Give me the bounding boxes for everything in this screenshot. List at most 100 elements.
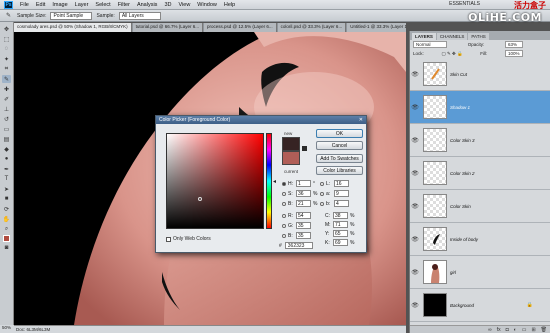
input-y[interactable]: 65 [333,230,348,237]
foreground-color-swatch[interactable] [3,235,10,242]
close-icon[interactable]: ✕ [359,117,363,123]
visibility-eye-icon[interactable]: 👁 [410,269,420,276]
menu-help[interactable]: Help [224,2,235,8]
hue-slider[interactable] [266,133,272,229]
menu-file[interactable]: File [20,2,29,8]
radio-lab-b[interactable] [320,201,324,206]
lock-icons[interactable]: ▢ ✎ ✥ 🔒 [441,51,462,57]
input-m[interactable]: 71 [333,221,348,228]
input-s[interactable]: 36 [296,190,311,197]
input-c[interactable]: 38 [333,212,348,219]
tab-paths[interactable]: PATHS [468,33,489,40]
sample-select[interactable]: All Layers [118,11,161,20]
menu-3d[interactable]: 3D [164,2,171,8]
magic-wand-icon[interactable]: ✦ [2,55,11,63]
quick-mask-icon[interactable]: ◙ [2,244,11,252]
layer-row[interactable]: 👁 Color Skin 2 [410,157,550,190]
web-safe-cube-icon[interactable] [302,146,307,151]
layer-row[interactable]: 👁 Inside of body [410,223,550,256]
new-group-icon[interactable]: ▭ [522,327,527,333]
radio-brightness[interactable] [282,201,286,206]
adjustment-layer-icon[interactable]: ◐ [514,327,517,333]
fill-input[interactable]: 100% [504,50,523,57]
tab-cosmolady[interactable]: cosmolady ares.psd @ 50% (Shadow 1, RGB/… [14,23,132,32]
delete-layer-icon[interactable]: 🗑 [541,327,547,333]
input-a[interactable]: 9 [334,190,349,197]
layer-row[interactable]: 👁 Skin Cut [410,58,550,91]
tab-untitled[interactable]: Untitled-1 @ 33.3% (Layer 1... [347,23,406,32]
blur-tool-icon[interactable]: ◆ [2,145,11,153]
visibility-eye-icon[interactable]: 👁 [410,137,420,144]
radio-h[interactable] [282,181,286,186]
zoom-tool-icon[interactable]: ⌕ [2,225,11,233]
radio-a[interactable] [320,191,324,196]
layer-style-icon[interactable]: fx [497,327,501,333]
workspace-switcher[interactable]: ESSENTIALS [449,1,480,7]
radio-s[interactable] [282,191,286,196]
layer-row[interactable]: 👁 Background 🔒 [410,289,550,322]
menu-select[interactable]: Select [95,2,110,8]
3d-rotate-icon[interactable]: ⟳ [2,205,11,213]
menu-analysis[interactable]: Analysis [137,2,157,8]
color-field[interactable] [166,133,264,229]
tab-layers[interactable]: LAYERS [412,33,436,40]
brush-tool-icon[interactable]: ✐ [2,95,11,103]
menu-image[interactable]: Image [52,2,67,8]
color-field-marker[interactable] [198,197,202,201]
radio-l[interactable] [320,181,324,186]
radio-g[interactable] [282,223,286,228]
dodge-tool-icon[interactable]: ● [2,155,11,163]
sample-size-select[interactable]: Point Sample [50,11,93,20]
history-brush-icon[interactable]: ↺ [2,115,11,123]
pen-tool-icon[interactable]: ✒ [2,165,11,173]
input-h[interactable]: 1 [296,180,311,187]
visibility-eye-icon[interactable]: 👁 [410,71,420,78]
tab-tutorial[interactable]: tutorial.psd @ 66.7% (Layer 6... [132,23,203,32]
input-l[interactable]: 16 [334,180,349,187]
layer-row-selected[interactable]: 👁 Shadow 1 [410,91,550,124]
visibility-eye-icon[interactable]: 👁 [410,236,420,243]
cancel-button[interactable]: Cancel [316,141,363,150]
lasso-tool-icon[interactable]: ◌ [2,45,11,53]
visibility-eye-icon[interactable]: 👁 [410,302,420,309]
input-r[interactable]: 54 [296,212,311,219]
eyedropper-tool-icon[interactable]: ✎ [2,75,11,83]
visibility-eye-icon[interactable]: 👁 [410,104,420,111]
type-tool-icon[interactable]: T [2,175,11,183]
ok-button[interactable]: OK [316,129,363,138]
only-web-colors[interactable]: Only Web Colors [166,236,211,242]
menu-layer[interactable]: Layer [75,2,89,8]
tab-process[interactable]: process.psd @ 12.5% (Layer 6... [203,23,277,32]
only-web-colors-checkbox[interactable] [166,236,171,242]
tab-coloril[interactable]: coloril.psd @ 33.3% (Layer 6... [277,23,347,32]
opacity-input[interactable]: 63% [504,41,523,48]
layer-row[interactable]: 👁 girl [410,256,550,289]
tab-channels[interactable]: CHANNELS [436,33,468,40]
current-color-preview[interactable] [282,151,300,165]
hue-slider-arrow-icon[interactable]: ◂ [273,178,276,185]
move-tool-icon[interactable]: ✥ [2,25,11,33]
path-selection-icon[interactable]: ➤ [2,185,11,193]
new-layer-icon[interactable]: ⊞ [531,327,535,333]
menu-filter[interactable]: Filter [118,2,130,8]
add-mask-icon[interactable]: ◘ [506,327,509,333]
shape-tool-icon[interactable]: ■ [2,195,11,203]
radio-blue[interactable] [282,233,286,238]
zoom-level[interactable]: 50% [0,325,14,333]
menu-view[interactable]: View [178,2,190,8]
eyedropper-icon[interactable]: ✎ [4,12,13,20]
hand-tool-icon[interactable]: ✋ [2,215,11,223]
menu-window[interactable]: Window [197,2,217,8]
layer-row[interactable]: 👁 Color Skin 3 [410,124,550,157]
hex-input[interactable]: 362323 [284,242,313,249]
healing-brush-icon[interactable]: ✚ [2,85,11,93]
radio-r[interactable] [282,213,286,218]
visibility-eye-icon[interactable]: 👁 [410,203,420,210]
blend-mode-select[interactable]: Normal [413,41,447,48]
color-libraries-button[interactable]: Color Libraries [316,166,363,175]
clone-stamp-icon[interactable]: ⊥ [2,105,11,113]
gradient-tool-icon[interactable]: ▤ [2,135,11,143]
marquee-tool-icon[interactable]: ⬚ [2,35,11,43]
layer-row[interactable]: 👁 Color Skin [410,190,550,223]
crop-tool-icon[interactable]: ⌗ [2,65,11,73]
